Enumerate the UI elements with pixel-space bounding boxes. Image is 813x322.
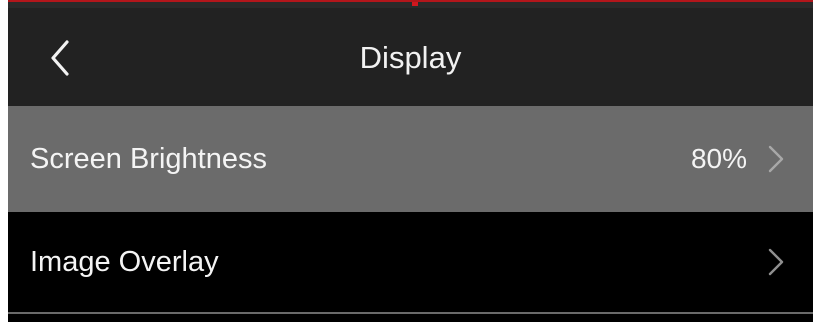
- divider: [8, 312, 813, 314]
- top-status-strip: [8, 0, 813, 8]
- settings-item-label: Image Overlay: [30, 246, 219, 278]
- settings-item-label: Screen Brightness: [30, 143, 267, 175]
- brightness-value: 80%: [690, 143, 747, 174]
- settings-item-screen-brightness[interactable]: Screen Brightness 80%: [8, 106, 813, 212]
- red-indicator-mark: [412, 2, 418, 6]
- header-bar: Display: [8, 8, 813, 106]
- chevron-right-icon: [767, 247, 785, 277]
- display-settings-screen: Display Screen Brightness 80% Image Over…: [8, 0, 813, 322]
- chevron-right-icon: [767, 144, 785, 174]
- settings-item-image-overlay[interactable]: Image Overlay: [8, 212, 813, 312]
- page-title: Display: [359, 40, 462, 75]
